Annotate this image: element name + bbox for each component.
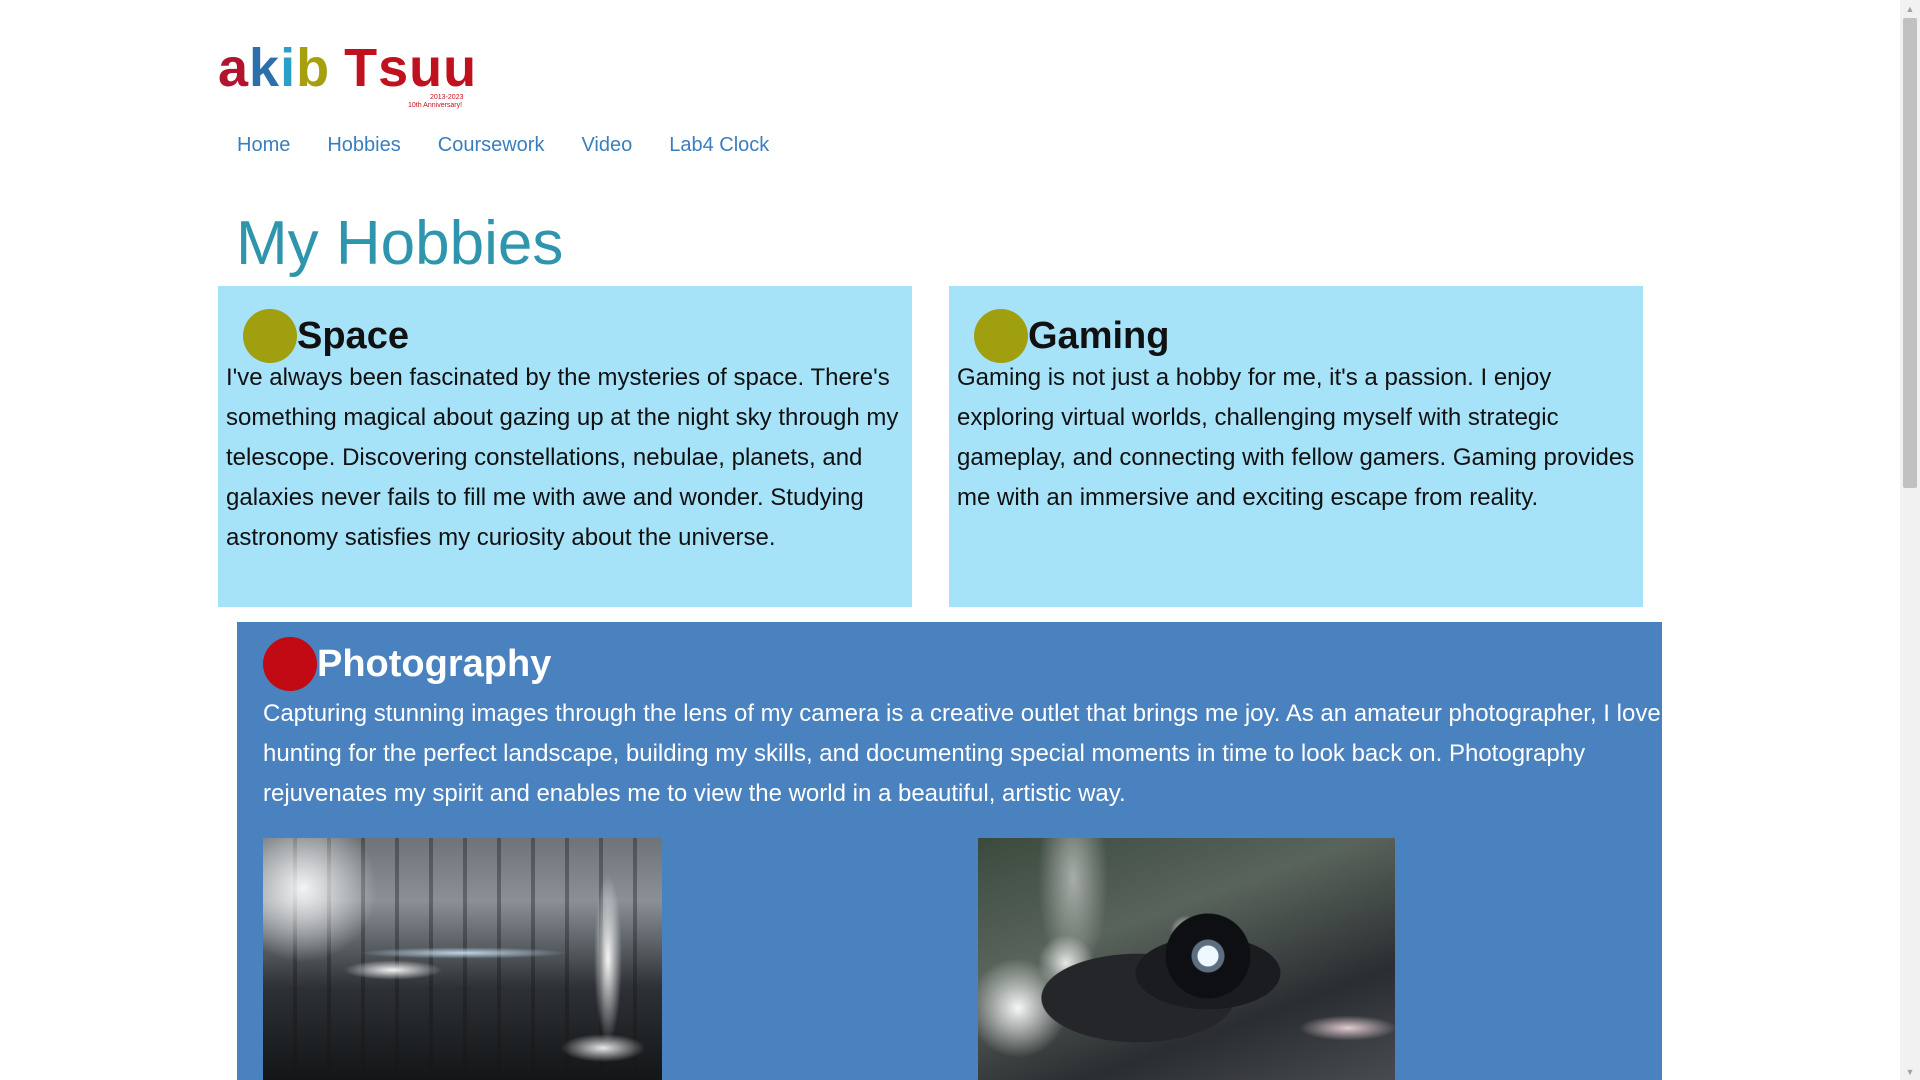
logo-letter: T — [344, 38, 379, 98]
logo-letter: a — [218, 38, 250, 98]
nav-link-lab4-clock[interactable]: Lab4 Clock — [669, 131, 769, 159]
logo-letter: s — [378, 38, 410, 98]
card-description: Capturing stunning images through the le… — [263, 700, 1661, 807]
logo-letter: u — [409, 38, 444, 98]
logo-letter: b — [296, 38, 331, 98]
hobby-card-gaming: Gaming Gaming is not just a hobby for me… — [949, 286, 1643, 607]
studio-lights-photo — [263, 838, 662, 1080]
page-title: My Hobbies — [236, 209, 564, 278]
bullet-dot-icon — [263, 637, 317, 691]
card-description: Gaming is not just a hobby for me, it's … — [957, 364, 1635, 511]
logo-years: 2013-2023 — [430, 94, 464, 101]
scroll-up-arrow-icon[interactable]: ▲ — [1900, 0, 1920, 17]
card-header: Gaming — [974, 308, 1169, 364]
card-title: Gaming — [1028, 315, 1170, 357]
nav-link-home[interactable]: Home — [237, 131, 290, 159]
logo-letter: k — [249, 38, 281, 98]
hobby-card-photography: Photography Capturing stunning images th… — [237, 622, 1662, 1080]
scroll-down-arrow-icon[interactable]: ▼ — [1900, 1063, 1920, 1080]
hobby-card-space: Space I've always been fascinated by the… — [218, 286, 912, 607]
page: akib Tsuu 2013-2023 10th Anniversary! Ho… — [0, 0, 1900, 1080]
logo-letter: i — [280, 38, 297, 98]
logo-anniversary: 10th Anniversary! — [408, 102, 463, 109]
bullet-dot-icon — [243, 309, 297, 363]
site-logo[interactable]: akib Tsuu 2013-2023 10th Anniversary! — [218, 38, 478, 118]
bullet-dot-icon — [974, 309, 1028, 363]
scrollbar-thumb[interactable] — [1903, 18, 1917, 488]
camera-photo — [978, 838, 1395, 1080]
nav-link-coursework[interactable]: Coursework — [438, 131, 545, 159]
vertical-scrollbar[interactable]: ▲ ▼ — [1900, 0, 1920, 1080]
logo-letter: u — [443, 38, 478, 98]
card-title: Space — [297, 315, 409, 357]
logo-letter — [330, 38, 344, 98]
nav-link-hobbies[interactable]: Hobbies — [327, 131, 400, 159]
main-nav: Home Hobbies Coursework Video Lab4 Clock — [237, 131, 806, 159]
card-description: I've always been fascinated by the myste… — [226, 364, 899, 551]
nav-link-video[interactable]: Video — [581, 131, 632, 159]
logo-wordmark: akib Tsuu — [218, 38, 477, 98]
card-title: Photography — [317, 643, 552, 685]
card-header: Space — [243, 308, 409, 364]
card-header: Photography — [263, 636, 551, 692]
